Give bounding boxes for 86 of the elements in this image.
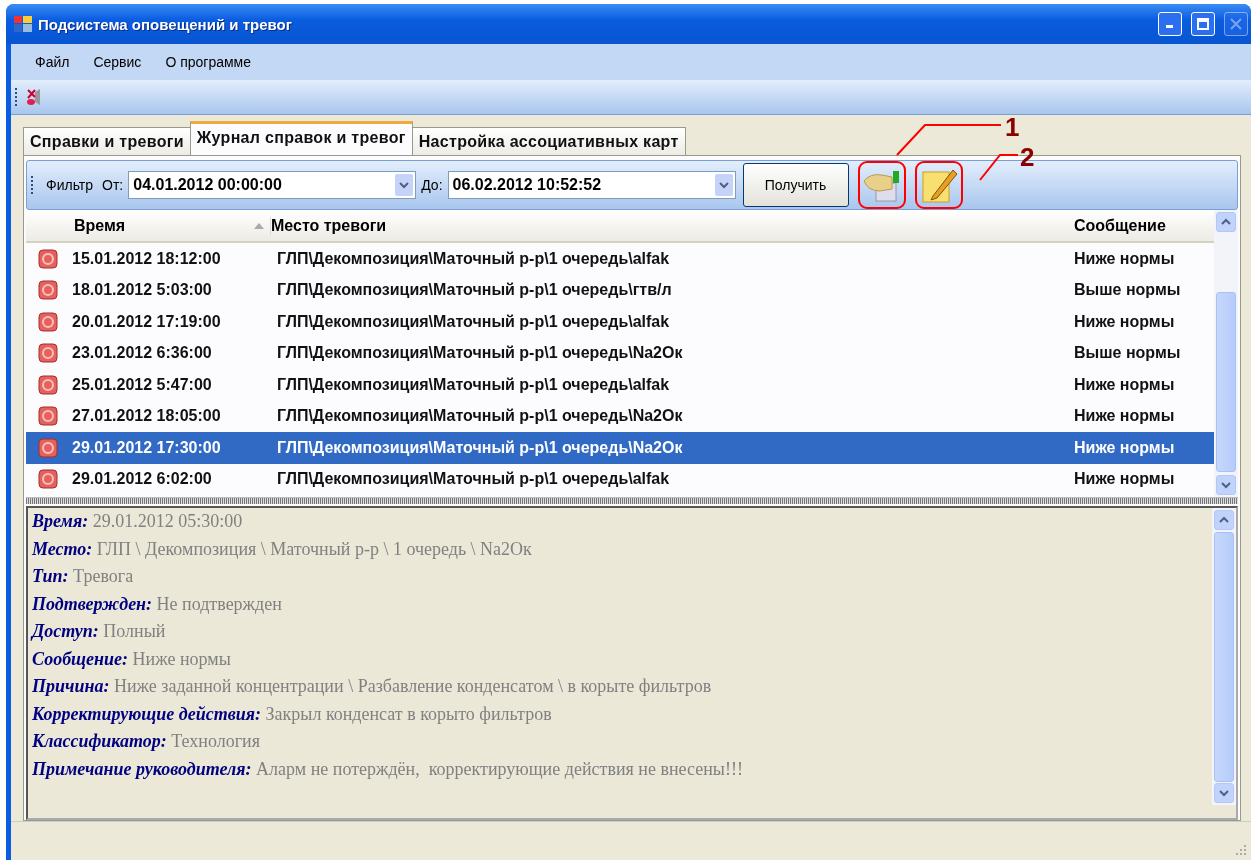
detail-line: Подтвержден: Не подтвержден [32,593,283,616]
table-cell-text: ГЛП\Декомпозиция\Маточный р-р\1 очередь\alfak [277,312,671,331]
from-date-field[interactable]: 04.01.2012 00:00:00 [128,171,417,199]
table-row[interactable]: 25.01.2012 5:47:00 ГЛП\Декомпозиция\Маточный р-р\1 очередь\alfak Ниже нормы [26,369,1214,401]
scroll-up-button[interactable] [1214,510,1234,530]
table-cell-text: Ниже нормы [1074,470,1176,489]
scrollbar[interactable] [1214,210,1238,497]
table-row[interactable]: 29.01.2012 6:02:00 ГЛП\Декомпозиция\Маточный р-р\1 очередь\alfak Ниже нормы [26,463,1214,495]
table-row[interactable]: 18.01.2012 5:03:00 ГЛП\Декомпозиция\Маточный р-р\1 очередь\гтв/л Выше нормы [26,274,1214,306]
maximize-icon [1197,18,1209,30]
detail-line: Тип: Тревога [32,566,135,588]
alarm-icon [38,437,58,458]
close-button[interactable] [1224,12,1248,36]
table-cell-text: ГЛП\Декомпозиция\Маточный р-р\1 очередь\alfak [277,375,671,394]
app-icon [14,16,32,32]
scroll-down-button[interactable] [1214,783,1234,803]
column-header[interactable]: Сообщение [1074,216,1166,234]
table-row[interactable]: 29.01.2012 17:30:00 ГЛП\Декомпозиция\Маточный р-р\1 очередь\Na2Oк Ниже нормы [26,432,1214,464]
table-cell-text: 18.01.2012 5:03:00 [71,281,213,300]
scrollbar[interactable] [1212,508,1236,805]
column-header[interactable]: Место тревоги [271,216,387,234]
table-row[interactable]: 15.01.2012 18:12:00 ГЛП\Декомпозиция\Маточный р-р\1 очередь\alfak Ниже нормы [26,243,1214,275]
maximize-button[interactable] [1191,12,1215,36]
detail-line: Классификатор: Технология [32,731,261,753]
resize-grip-icon[interactable] [1235,844,1247,856]
table-cell-text: ГЛП\Декомпозиция\Маточный р-р\1 очередь\Na2Oк [277,344,684,363]
table-cell-text: 25.01.2012 5:47:00 [71,375,213,394]
scroll-up-button[interactable] [1216,212,1236,232]
detail-line: Примечание руководителя: Аларм не потерждён, корректирующие действия не внесены!!! [32,758,744,781]
filter-label: Фильтр [46,177,94,193]
tab[interactable]: Журнал справок и тревог [189,121,413,155]
to-label: До: [421,177,443,193]
table-cell-text: Ниже нормы [1074,438,1176,457]
table-cell-text: Выше нормы [1074,344,1182,363]
detail-line: Доступ: Полный [32,621,167,643]
menu-item[interactable]: Сервис [81,54,154,70]
minimize-button[interactable] [1158,12,1182,36]
table-cell-text: Ниже нормы [1074,375,1176,394]
detail-line: Время: 29.01.2012 05:30:00 [32,511,244,533]
table-cell-text: 15.01.2012 18:12:00 [71,249,222,268]
alarm-icon [38,343,58,364]
alarm-icon [38,248,58,269]
window-title: Подсистема оповещений и тревог [38,15,293,33]
table-cell-text: 23.01.2012 6:36:00 [71,344,213,363]
hand-icon[interactable] [857,161,906,209]
menu-item[interactable]: О программе [153,54,264,70]
get-button[interactable]: Получить [742,163,849,207]
scroll-thumb[interactable] [1216,292,1236,472]
table-cell-text: 27.01.2012 18:05:00 [71,407,222,426]
table-cell-text: Выше нормы [1074,281,1182,300]
table-row[interactable]: 20.01.2012 17:19:00 ГЛП\Декомпозиция\Маточный р-р\1 очередь\alfak Ниже нормы [26,306,1214,338]
detail-line: Место: ГЛП \ Декомпозиция \ Маточный р-р \ 1 очередь \ Na2Oк [32,538,533,561]
table-cell-text: Ниже нормы [1074,312,1176,331]
tab[interactable]: Справки и тревоги [23,127,191,155]
menu-item[interactable]: Файл [23,54,82,70]
alarm-icon [38,311,58,332]
table-cell-text: 20.01.2012 17:19:00 [71,312,222,331]
alarm-icon [38,469,58,490]
table-cell-text: ГЛП\Декомпозиция\Маточный р-р\1 очередь\гтв/л [277,281,673,300]
notepad-pencil-icon[interactable] [914,161,963,209]
table-cell-text: Ниже нормы [1074,407,1176,426]
table-cell-text: 29.01.2012 6:02:00 [71,470,213,489]
callout-number: 2 [1020,142,1035,173]
detail-line: Причина: Ниже заданной концентрации \ Разбавление конденсатом \ в корыте фильтров [32,676,713,698]
to-date-field[interactable]: 06.02.2012 10:52:52 [447,171,736,199]
table-cell-text: ГЛП\Декомпозиция\Маточный р-р\1 очередь\Na2Oк [277,407,684,426]
tab[interactable]: Настройка ассоциативных карт [411,127,686,155]
close-icon [1230,18,1242,30]
callout-number: 1 [1005,112,1020,143]
detail-line: Корректирующие действия: Закрыл конденсат в корыто фильтров [32,703,553,726]
table-cell-text: ГЛП\Декомпозиция\Маточный р-р\1 очередь\Na2Oк [277,438,684,457]
table-row[interactable]: 27.01.2012 18:05:00 ГЛП\Декомпозиция\Маточный р-р\1 очередь\Na2Oк Ниже нормы [26,400,1214,432]
table-row[interactable]: 23.01.2012 6:36:00 ГЛП\Декомпозиция\Маточный р-р\1 очередь\Na2Oк Выше нормы [26,337,1214,369]
scroll-down-button[interactable] [1216,475,1236,495]
table-cell-text: Ниже нормы [1074,249,1176,268]
alarm-icon [38,374,58,395]
table-cell-text: 29.01.2012 17:30:00 [71,438,222,457]
scroll-thumb[interactable] [1214,532,1234,782]
column-header[interactable]: Время [74,216,126,235]
alarm-icon [38,406,58,427]
sort-ascending-icon [254,222,264,229]
detail-line: Сообщение: Ниже нормы [32,648,232,671]
from-label: От: [102,177,124,193]
table-cell-text: ГЛП\Декомпозиция\Маточный р-р\1 очередь\alfak [277,470,671,489]
table-cell-text: ГЛП\Декомпозиция\Маточный р-р\1 очередь\alfak [277,249,671,268]
alarm-icon [38,280,58,301]
